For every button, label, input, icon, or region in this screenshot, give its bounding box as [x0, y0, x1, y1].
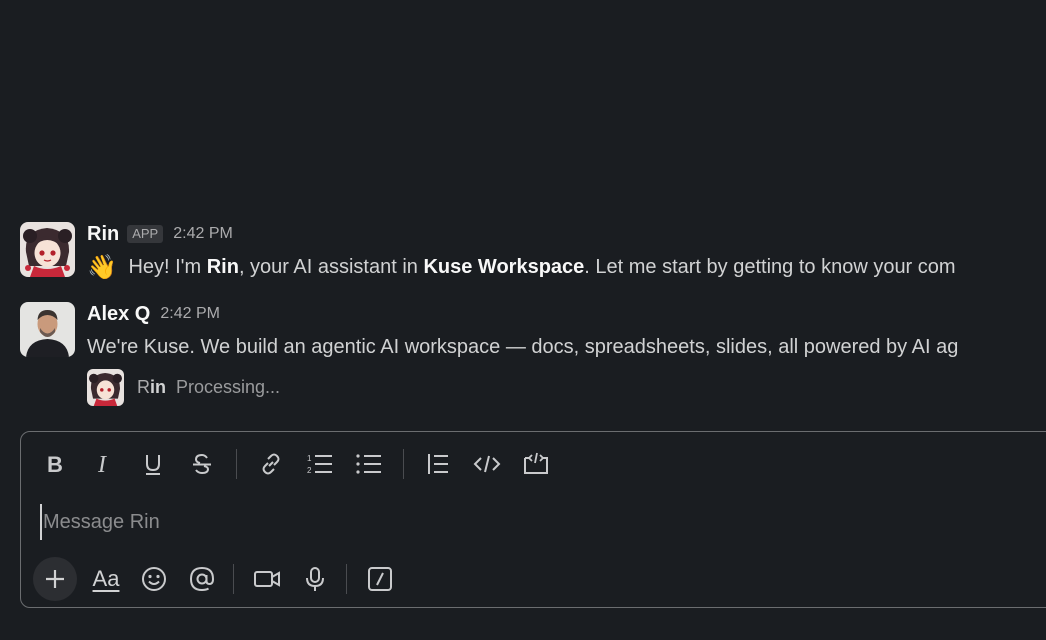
svg-text:1: 1 — [307, 454, 312, 463]
message-text-part: , your AI assistant in — [238, 256, 424, 278]
link-icon[interactable] — [251, 446, 291, 482]
code-block-icon[interactable] — [516, 446, 556, 482]
emoji-icon[interactable] — [133, 559, 175, 599]
slash-command-icon[interactable] — [359, 559, 401, 599]
formatting-toggle-button[interactable]: Aa — [85, 559, 127, 599]
sender-name[interactable]: Rin — [87, 223, 119, 246]
message-composer: B I 12 Message Rin Aa — [20, 431, 1046, 608]
waving-hand-emoji: 👋 — [87, 254, 117, 281]
toolbar-divider — [403, 449, 404, 479]
processing-name-rest: in — [150, 376, 166, 397]
message-text-part: Hey! I'm — [122, 256, 207, 278]
app-badge: APP — [127, 225, 164, 243]
video-icon[interactable] — [246, 559, 288, 599]
bullet-list-icon[interactable] — [349, 446, 389, 482]
processing-name-prefix: R — [137, 376, 150, 397]
svg-text:I: I — [97, 453, 107, 475]
message-input[interactable] — [40, 504, 945, 540]
italic-icon[interactable]: I — [84, 446, 124, 482]
message-alex: Alex Q 2:42 PM We're Kuse. We build an a… — [20, 302, 1046, 372]
microphone-icon[interactable] — [294, 559, 336, 599]
message-text: We're Kuse. We build an agentic AI works… — [87, 336, 959, 358]
timestamp[interactable]: 2:42 PM — [173, 225, 233, 243]
mention-icon[interactable] — [181, 559, 223, 599]
strikethrough-icon[interactable] — [182, 446, 222, 482]
underline-icon[interactable] — [133, 446, 173, 482]
formatting-label: Aa — [92, 566, 120, 591]
message-rin: Rin APP 2:42 PM 👋 Hey! I'm Rin, your AI … — [20, 222, 1046, 292]
processing-name: Rin — [137, 377, 166, 398]
message-text-bold: Rin — [206, 256, 239, 278]
timestamp[interactable]: 2:42 PM — [160, 305, 220, 323]
code-icon[interactable] — [467, 446, 507, 482]
message-header: Alex Q 2:42 PM — [87, 302, 220, 326]
processing-status: Processing... — [176, 376, 281, 397]
actions-divider — [346, 564, 347, 594]
message-text-part: . Let me start by getting to know your c… — [584, 256, 956, 278]
actions-divider — [233, 564, 234, 594]
avatar-alex[interactable] — [20, 302, 75, 357]
composer-actions: Aa — [33, 557, 407, 601]
bold-icon[interactable]: B — [35, 446, 75, 482]
message-header: Rin APP 2:42 PM — [87, 222, 233, 246]
chat-page: Rin APP 2:42 PM 👋 Hey! I'm Rin, your AI … — [0, 0, 1046, 640]
message-text: 👋 Hey! I'm Rin, your AI assistant in Kus… — [87, 252, 956, 283]
avatar-rin-small — [87, 368, 124, 406]
sender-name[interactable]: Alex Q — [87, 303, 150, 326]
svg-text:2: 2 — [307, 466, 312, 475]
plus-icon[interactable] — [33, 557, 77, 601]
processing-indicator: Rin Processing... — [87, 368, 280, 406]
avatar-rin[interactable] — [20, 222, 75, 277]
formatting-toolbar: B I 12 — [35, 444, 565, 484]
ordered-list-icon[interactable]: 12 — [300, 446, 340, 482]
svg-text:B: B — [47, 453, 63, 475]
blockquote-icon[interactable] — [418, 446, 458, 482]
message-text-bold: Kuse Workspace — [423, 256, 585, 278]
toolbar-divider — [236, 449, 237, 479]
